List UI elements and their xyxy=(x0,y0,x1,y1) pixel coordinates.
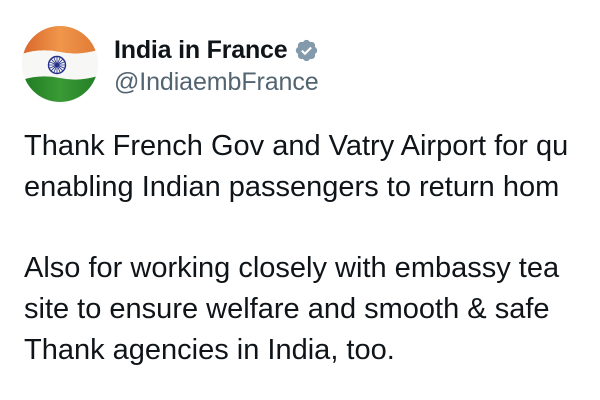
display-name-row: India in France xyxy=(114,33,319,67)
tweet-line: Thank French Gov and Vatry Airport for q… xyxy=(24,130,569,162)
tweet-line: enabling Indian passengers to return hom xyxy=(24,171,560,203)
avatar[interactable] xyxy=(22,26,98,102)
tweet-line: Also for working closely with embassy te… xyxy=(24,252,560,284)
tweet-header: India in France @IndiaembFrance xyxy=(22,25,319,103)
display-name[interactable]: India in France xyxy=(114,36,288,65)
author-handle[interactable]: @IndiaembFrance xyxy=(114,68,319,97)
tweet-card: India in France @IndiaembFrance Thank Fr… xyxy=(0,0,600,400)
indian-flag-icon xyxy=(22,26,98,102)
tweet-line: Thank agencies in India, too. xyxy=(24,334,395,366)
author-names: India in France @IndiaembFrance xyxy=(114,33,319,97)
verified-badge-icon[interactable] xyxy=(294,38,319,63)
ashoka-chakra xyxy=(47,55,67,75)
tweet-line: site to ensure welfare and smooth & safe xyxy=(24,293,550,325)
tweet-text: Thank French Gov and Vatry Airport for q… xyxy=(24,126,600,371)
